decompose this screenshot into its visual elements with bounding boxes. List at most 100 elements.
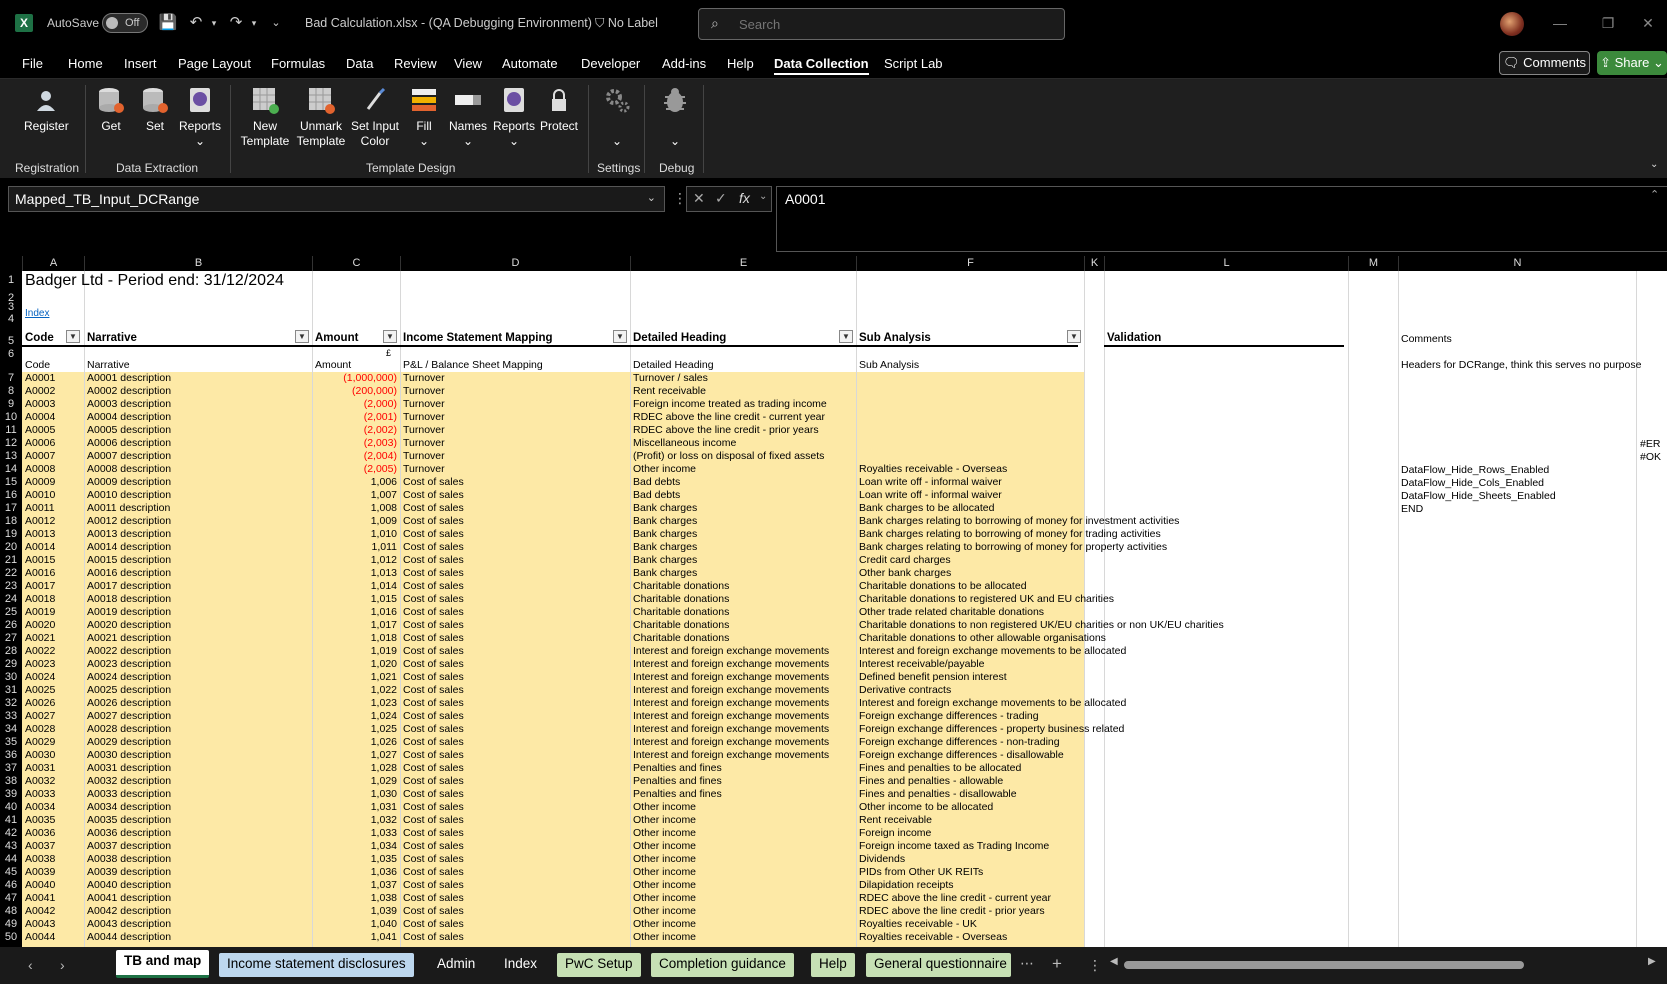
cell-narrative[interactable]: A0003 description — [87, 398, 171, 411]
cell-narrative[interactable]: A0026 description — [87, 697, 171, 710]
cell-amount[interactable]: 1,040 — [312, 918, 397, 931]
redo-icon[interactable]: ↷ — [226, 13, 246, 33]
cell-detailed-heading[interactable]: Miscellaneous income — [633, 437, 736, 450]
cell-mapping[interactable]: Turnover — [403, 398, 445, 411]
cell-mapping[interactable]: Cost of sales — [403, 788, 464, 801]
horizontal-scrollbar[interactable]: ◀ ▶ — [1110, 956, 1656, 971]
cell-sub-analysis[interactable]: Derivative contracts — [859, 684, 951, 697]
cell-narrative[interactable]: A0042 description — [87, 905, 171, 918]
cell-mapping[interactable]: Turnover — [403, 437, 445, 450]
cell-detailed-heading[interactable]: (Profit) or loss on disposal of fixed as… — [633, 450, 824, 463]
row-header[interactable]: 43 — [0, 840, 22, 852]
tab-help[interactable]: Help — [811, 953, 855, 977]
cancel-icon[interactable]: ✕ — [693, 190, 705, 207]
row-header[interactable]: 30 — [0, 671, 22, 683]
cell-detailed-heading[interactable]: Charitable donations — [633, 580, 729, 593]
cell-sub-analysis[interactable]: Defined benefit pension interest — [859, 671, 1007, 684]
cell-detailed-heading[interactable]: Penalties and fines — [633, 762, 722, 775]
cell-amount[interactable]: 1,041 — [312, 931, 397, 944]
header-validation[interactable]: Validation — [1107, 332, 1161, 345]
menu-data-collection[interactable]: Data Collection — [774, 56, 869, 75]
cell-sub-analysis[interactable]: Royalties receivable - UK — [859, 918, 977, 931]
row-header[interactable]: 1 — [0, 274, 22, 286]
cell-code[interactable]: A0039 — [25, 866, 55, 879]
cell-amount[interactable]: 1,014 — [312, 580, 397, 593]
scroll-right-icon[interactable]: ▶ — [1648, 956, 1656, 967]
cell-amount[interactable]: 1,032 — [312, 814, 397, 827]
cell-detailed-heading[interactable]: Other income — [633, 892, 696, 905]
row-header[interactable]: 4 — [0, 313, 22, 325]
cell-sub-analysis[interactable]: Bank charges relating to borrowing of mo… — [859, 528, 1161, 541]
cell-detailed-heading[interactable]: Interest and foreign exchange movements — [633, 684, 829, 697]
row-header[interactable]: 14 — [0, 463, 22, 475]
scroll-left-icon[interactable]: ◀ — [1110, 956, 1118, 967]
cell-mapping[interactable]: Cost of sales — [403, 684, 464, 697]
cell-mapping[interactable]: Cost of sales — [403, 736, 464, 749]
cell-mapping[interactable]: Cost of sales — [403, 879, 464, 892]
header-amount[interactable]: Amount — [315, 332, 358, 345]
cell-amount[interactable]: 1,018 — [312, 632, 397, 645]
row-header[interactable]: 47 — [0, 892, 22, 904]
cell-amount[interactable]: 1,017 — [312, 619, 397, 632]
cell-narrative[interactable]: A0034 description — [87, 801, 171, 814]
cell-amount[interactable]: 1,025 — [312, 723, 397, 736]
cell-code[interactable]: A0035 — [25, 814, 55, 827]
cell-code[interactable]: A0027 — [25, 710, 55, 723]
cell-mapping[interactable]: Cost of sales — [403, 840, 464, 853]
cell-detailed-heading[interactable]: Charitable donations — [633, 619, 729, 632]
cell-sub-analysis[interactable]: Fines and penalties - allowable — [859, 775, 1003, 788]
menu-add-ins[interactable]: Add-ins — [662, 56, 706, 71]
unmark-template-button[interactable]: Unmark Template — [295, 85, 347, 149]
sensitivity-label[interactable]: ⛉ No Label — [595, 16, 658, 31]
minimize-icon[interactable]: — — [1545, 12, 1575, 34]
row-header[interactable]: 35 — [0, 736, 22, 748]
cell-narrative[interactable]: A0019 description — [87, 606, 171, 619]
cell-code[interactable]: A0036 — [25, 827, 55, 840]
name-box[interactable]: Mapped_TB_Input_DCRange ⌄ — [8, 186, 665, 212]
cell-amount[interactable]: 1,023 — [312, 697, 397, 710]
cell-narrative[interactable]: A0009 description — [87, 476, 171, 489]
new-template-button[interactable]: New Template — [239, 85, 291, 149]
cell-amount[interactable]: 1,039 — [312, 905, 397, 918]
cell-sub-analysis[interactable]: Loan write off - informal waiver — [859, 489, 1002, 502]
cell-mapping[interactable]: Cost of sales — [403, 697, 464, 710]
cell-narrative[interactable]: A0005 description — [87, 424, 171, 437]
cell-mapping[interactable]: Cost of sales — [403, 905, 464, 918]
cell-detailed-heading[interactable]: Interest and foreign exchange movements — [633, 723, 829, 736]
set-input-color-button[interactable]: Set Input Color — [349, 85, 401, 149]
cell-mapping[interactable]: Cost of sales — [403, 593, 464, 606]
sheet-title[interactable]: Badger Ltd - Period end: 31/12/2024 — [25, 273, 284, 289]
chevron-right-icon[interactable]: › — [60, 957, 65, 973]
cell-narrative[interactable]: A0033 description — [87, 788, 171, 801]
row-header[interactable]: 21 — [0, 554, 22, 566]
cell-code[interactable]: A0017 — [25, 580, 55, 593]
cell-narrative[interactable]: A0008 description — [87, 463, 171, 476]
row6-narrative[interactable]: Narrative — [87, 359, 130, 372]
cell-mapping[interactable]: Cost of sales — [403, 554, 464, 567]
row-header[interactable]: 10 — [0, 411, 22, 423]
tab-pwc-setup[interactable]: PwC Setup — [557, 953, 641, 977]
customize-qat-icon[interactable]: ⌄ — [266, 13, 286, 33]
cell-code[interactable]: A0029 — [25, 736, 55, 749]
cell-sub-analysis[interactable]: Credit card charges — [859, 554, 951, 567]
cell-code[interactable]: A0026 — [25, 697, 55, 710]
cell-mapping[interactable]: Cost of sales — [403, 892, 464, 905]
cell-code[interactable]: A0010 — [25, 489, 55, 502]
cell-detailed-heading[interactable]: RDEC above the line credit - current yea… — [633, 411, 825, 424]
chevron-left-icon[interactable]: ‹ — [28, 957, 33, 973]
cell-narrative[interactable]: A0025 description — [87, 684, 171, 697]
comment-cell[interactable]: DataFlow_Hide_Rows_Enabled — [1401, 464, 1549, 477]
cell-amount[interactable]: 1,020 — [312, 658, 397, 671]
cell-code[interactable]: A0011 — [25, 502, 55, 515]
menu-formulas[interactable]: Formulas — [271, 56, 325, 71]
row6-mapping[interactable]: P&L / Balance Sheet Mapping — [403, 359, 543, 372]
cell-sub-analysis[interactable]: Dilapidation receipts — [859, 879, 954, 892]
cell-detailed-heading[interactable]: Bank charges — [633, 567, 697, 580]
cell-mapping[interactable]: Cost of sales — [403, 723, 464, 736]
cell-detailed-heading[interactable]: Rent receivable — [633, 385, 706, 398]
cell-detailed-heading[interactable]: Other income — [633, 801, 696, 814]
comments-button[interactable]: 🗨 Comments — [1499, 51, 1590, 75]
cell-sub-analysis[interactable]: Foreign exchange differences - trading — [859, 710, 1039, 723]
cell-code[interactable]: A0001 — [25, 372, 55, 385]
cell-detailed-heading[interactable]: Bank charges — [633, 541, 697, 554]
